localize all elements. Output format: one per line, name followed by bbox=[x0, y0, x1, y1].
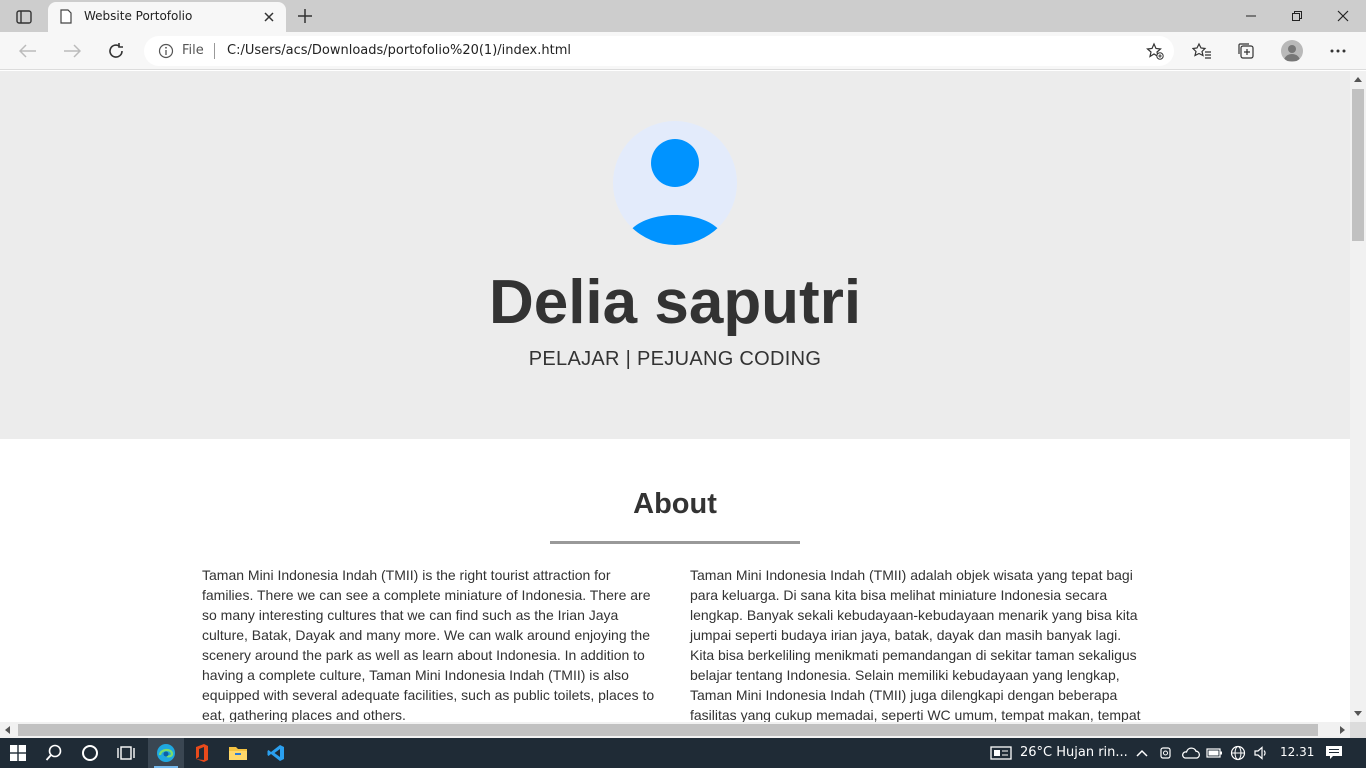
clock-time[interactable]: 12.31 bbox=[1280, 745, 1314, 759]
about-text-english: Taman Mini Indonesia Indah (TMII) is the… bbox=[202, 567, 655, 722]
horizontal-scroll-thumb[interactable] bbox=[18, 724, 1318, 736]
forward-arrow-icon[interactable] bbox=[60, 40, 84, 62]
browser-tab[interactable]: Website Portofolio bbox=[48, 2, 286, 32]
add-favorite-icon[interactable] bbox=[1146, 42, 1164, 60]
profile-picture bbox=[613, 121, 737, 245]
hero-section: Delia saputri PELAJAR | PEJUANG CODING bbox=[0, 71, 1350, 439]
collections-icon[interactable] bbox=[1234, 40, 1258, 62]
network-globe-icon[interactable] bbox=[1230, 745, 1246, 761]
profile-avatar[interactable] bbox=[1281, 40, 1303, 62]
new-tab-icon[interactable] bbox=[296, 7, 314, 25]
vertical-scrollbar[interactable] bbox=[1350, 71, 1366, 722]
site-info-icon[interactable] bbox=[158, 43, 174, 59]
show-hidden-icons-icon[interactable] bbox=[1134, 745, 1150, 761]
scroll-down-icon[interactable] bbox=[1354, 711, 1362, 716]
refresh-icon[interactable] bbox=[104, 40, 128, 62]
tab-bar: Website Portofolio bbox=[0, 0, 1366, 32]
battery-icon[interactable] bbox=[1206, 745, 1222, 761]
scroll-right-icon[interactable] bbox=[1340, 726, 1345, 734]
minimize-icon[interactable] bbox=[1228, 0, 1274, 32]
address-toolbar: File C:/Users/acs/Downloads/portofolio%2… bbox=[0, 32, 1366, 70]
more-options-icon[interactable] bbox=[1326, 40, 1350, 62]
close-window-icon[interactable] bbox=[1320, 0, 1366, 32]
taskbar: 26°C Hujan rin... 12.31 bbox=[0, 738, 1366, 768]
about-divider bbox=[550, 541, 800, 544]
hero-name: Delia saputri bbox=[488, 268, 862, 337]
restore-icon[interactable] bbox=[1274, 0, 1320, 32]
favorites-icon[interactable] bbox=[1190, 40, 1214, 62]
url-text[interactable]: C:/Users/acs/Downloads/portofolio%20(1)/… bbox=[227, 43, 571, 58]
scroll-left-icon[interactable] bbox=[5, 726, 10, 734]
page-viewport: Delia saputri PELAJAR | PEJUANG CODING A… bbox=[0, 71, 1350, 722]
vscode-icon[interactable] bbox=[258, 738, 294, 768]
search-icon[interactable] bbox=[36, 738, 72, 768]
task-view-icon[interactable] bbox=[108, 738, 144, 768]
hero-subtitle: PELAJAR | PEJUANG CODING bbox=[528, 348, 822, 370]
office-icon[interactable] bbox=[184, 738, 220, 768]
about-text-indonesian: Taman Mini Indonesia Indah (TMII) adalah… bbox=[690, 567, 1141, 722]
close-tab-icon[interactable] bbox=[262, 10, 276, 24]
windows-start-icon[interactable] bbox=[0, 738, 36, 768]
page-icon bbox=[60, 9, 72, 24]
meet-now-icon[interactable] bbox=[1158, 745, 1174, 761]
back-arrow-icon[interactable] bbox=[16, 40, 40, 62]
weather-status[interactable]: 26°C Hujan rin... bbox=[1020, 745, 1128, 760]
url-separator bbox=[214, 43, 215, 59]
scroll-up-icon[interactable] bbox=[1354, 77, 1362, 82]
edge-browser-icon[interactable] bbox=[148, 738, 184, 768]
tab-actions-icon[interactable] bbox=[10, 6, 38, 28]
about-title: About bbox=[633, 488, 717, 520]
onedrive-icon[interactable] bbox=[1181, 745, 1201, 761]
notifications-icon[interactable] bbox=[1325, 745, 1343, 761]
scrollbar-corner bbox=[1350, 722, 1366, 738]
url-field[interactable]: File C:/Users/acs/Downloads/portofolio%2… bbox=[144, 36, 1174, 66]
tab-title: Website Portofolio bbox=[84, 9, 193, 23]
vertical-scroll-thumb[interactable] bbox=[1352, 89, 1364, 241]
horizontal-scrollbar[interactable] bbox=[0, 722, 1350, 738]
cortana-icon[interactable] bbox=[72, 738, 108, 768]
volume-icon[interactable] bbox=[1253, 745, 1269, 761]
file-explorer-icon[interactable] bbox=[220, 738, 256, 768]
url-scheme-label: File bbox=[182, 43, 204, 58]
news-widget-icon[interactable] bbox=[990, 745, 1012, 761]
